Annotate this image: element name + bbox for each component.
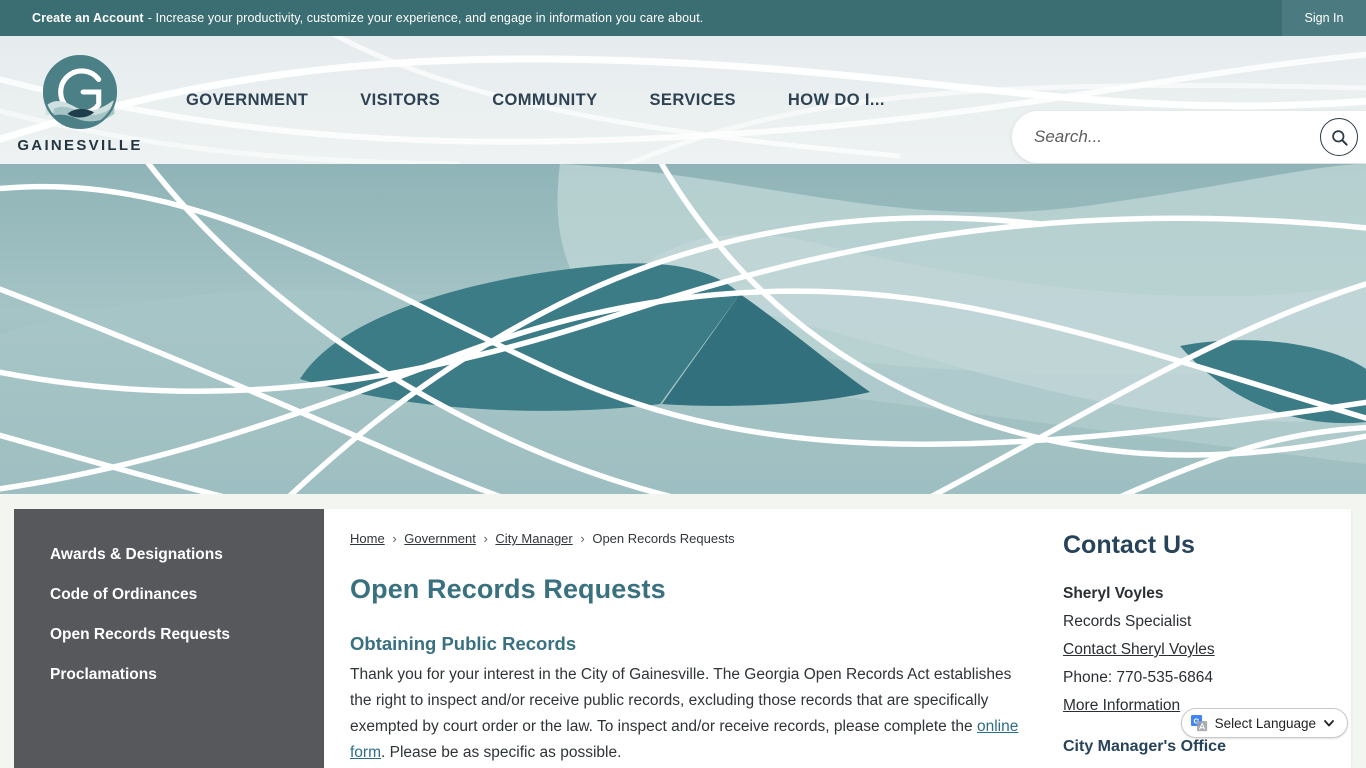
contact-us-title: Contact Us <box>1063 531 1195 559</box>
breadcrumb-item-home[interactable]: Home <box>350 531 385 546</box>
search-input[interactable] <box>1034 127 1320 147</box>
language-selector[interactable]: G Select Language <box>1180 708 1348 738</box>
utility-bar-message: Create an Account - Increase your produc… <box>0 0 1282 36</box>
breadcrumb-item-city-manager[interactable]: City Manager <box>495 531 572 546</box>
nav-item-services[interactable]: SERVICES <box>624 36 762 164</box>
page-body: Awards & Designations Code of Ordinances… <box>0 494 1366 768</box>
breadcrumb-item-government[interactable]: Government <box>404 531 476 546</box>
contact-phone: Phone: 770-535-6864 <box>1063 669 1213 686</box>
breadcrumb: Home › Government › City Manager › Open … <box>350 531 1021 546</box>
sidebar-item-code-of-ordinances[interactable]: Code of Ordinances <box>14 575 324 615</box>
breadcrumb-separator: › <box>580 531 585 546</box>
language-selector-label: Select Language <box>1214 715 1316 731</box>
contact-sheryl-voyles-link[interactable]: Contact Sheryl Voyles <box>1063 641 1215 658</box>
create-account-link[interactable]: Create an Account <box>32 11 144 25</box>
logo-wordmark: GAINESVILLE <box>17 136 143 154</box>
site-logo[interactable]: GAINESVILLE <box>0 47 160 154</box>
sidebar-item-proclamations[interactable]: Proclamations <box>14 655 324 695</box>
contact-person-role: Records Specialist <box>1063 613 1192 630</box>
section-heading-obtaining-public-records: Obtaining Public Records <box>350 633 577 654</box>
nav-item-visitors[interactable]: VISITORS <box>334 36 466 164</box>
site-search <box>1012 111 1366 163</box>
sidebar-item-open-records-requests[interactable]: Open Records Requests <box>14 615 324 655</box>
search-button[interactable] <box>1320 118 1358 156</box>
contact-office-name: City Manager's Office <box>1063 738 1226 755</box>
sidebar-item-awards-designations[interactable]: Awards & Designations <box>14 535 324 575</box>
nav-item-government[interactable]: GOVERNMENT <box>160 36 334 164</box>
nav-item-how-do-i[interactable]: HOW DO I... <box>762 36 911 164</box>
breadcrumb-separator: › <box>483 531 488 546</box>
main-content: Home › Government › City Manager › Open … <box>324 509 1051 768</box>
primary-navigation: GOVERNMENT VISITORS COMMUNITY SERVICES H… <box>160 36 911 164</box>
contact-email-link-row: Contact Sheryl Voyles <box>1063 636 1331 664</box>
breadcrumb-separator: › <box>392 531 397 546</box>
body-paragraph-part-1: Thank you for your interest in the City … <box>350 666 1012 735</box>
breadcrumb-item-current: Open Records Requests <box>592 531 735 546</box>
utility-bar: Create an Account - Increase your produc… <box>0 0 1366 36</box>
more-information-link[interactable]: More Information <box>1063 697 1180 714</box>
search-icon <box>1331 129 1348 146</box>
body-paragraph-part-2: . Please be as specific as possible. <box>381 744 622 761</box>
sign-in-button[interactable]: Sign In <box>1282 0 1366 36</box>
utility-bar-message-text: - Increase your productivity, customize … <box>147 11 704 25</box>
site-header: GAINESVILLE GOVERNMENT VISITORS COMMUNIT… <box>0 36 1366 164</box>
page-title: Open Records Requests <box>350 574 666 604</box>
gainesville-circular-g-logo-icon <box>42 54 118 129</box>
hero-banner-waves <box>0 164 1366 494</box>
section-sidebar: Awards & Designations Code of Ordinances… <box>14 509 324 768</box>
nav-item-community[interactable]: COMMUNITY <box>466 36 623 164</box>
google-translate-icon: G <box>1190 714 1207 731</box>
hero-banner <box>0 164 1366 494</box>
body-paragraph: Thank you for your interest in the City … <box>350 662 1021 766</box>
contact-person-name: Sheryl Voyles <box>1063 585 1164 602</box>
chevron-down-icon <box>1324 720 1334 727</box>
